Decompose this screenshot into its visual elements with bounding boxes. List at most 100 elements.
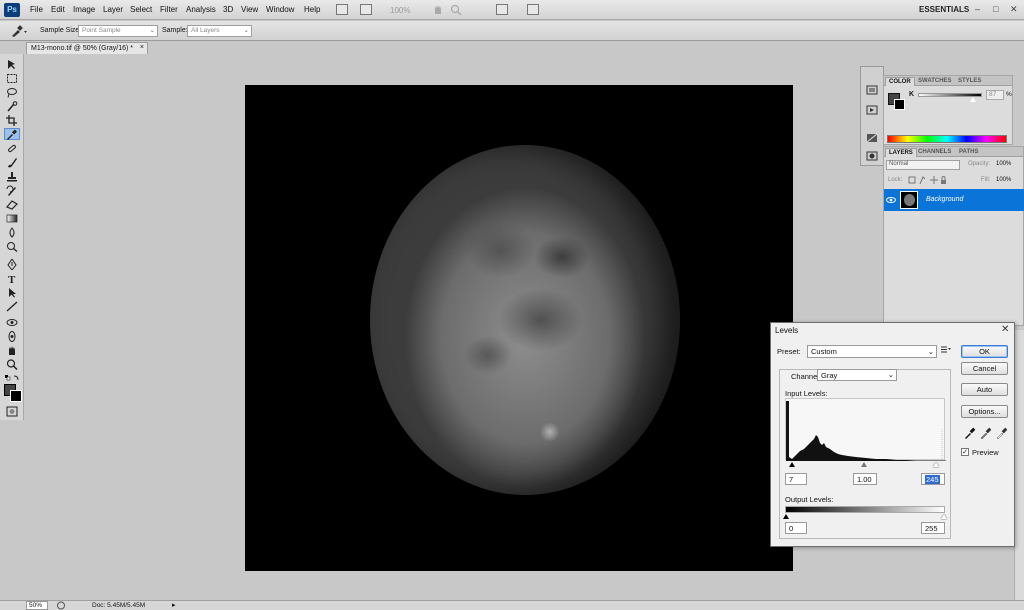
output-white-handle[interactable] (941, 514, 947, 519)
default-colors-icon[interactable] (4, 374, 20, 382)
menu-layer[interactable]: Layer (103, 5, 123, 14)
type-tool-icon[interactable]: T (4, 272, 20, 284)
3d-orbit-tool-icon[interactable] (4, 330, 20, 342)
healing-brush-tool-icon[interactable] (4, 142, 20, 154)
background-color-swatch[interactable] (894, 99, 905, 110)
menu-analysis[interactable]: Analysis (186, 5, 216, 14)
black-eyedropper-icon[interactable] (964, 427, 976, 439)
zoom-tool-icon[interactable] (4, 358, 20, 370)
actions-panel-icon[interactable] (866, 105, 878, 115)
eyedropper-tool-preset-icon[interactable] (10, 25, 28, 37)
crop-tool-icon[interactable] (4, 114, 20, 126)
opacity-value[interactable]: 100% (996, 161, 1011, 167)
adjustments-panel-icon[interactable] (866, 133, 878, 143)
channel-select[interactable]: Gray ⌄ (817, 369, 897, 381)
k-value-field[interactable]: 87 (986, 90, 1004, 100)
quick-selection-tool-icon[interactable] (4, 100, 20, 112)
eye-icon[interactable] (886, 195, 896, 205)
gray-eyedropper-icon[interactable] (980, 427, 992, 440)
output-black-handle[interactable] (783, 514, 789, 519)
close-icon[interactable]: ✕ (1010, 4, 1018, 15)
menu-file[interactable]: File (30, 5, 43, 14)
menu-window[interactable]: Window (266, 5, 294, 14)
eraser-tool-icon[interactable] (4, 198, 20, 210)
eyedropper-tool-icon[interactable] (4, 128, 20, 140)
output-black-field[interactable]: 0 (785, 522, 807, 534)
sample-size-select[interactable]: Point Sample ⌄ (78, 25, 158, 37)
brush-tool-icon[interactable] (4, 156, 20, 168)
white-eyedropper-icon[interactable] (996, 427, 1008, 440)
masks-panel-icon[interactable] (866, 151, 878, 161)
tab-layers[interactable]: LAYERS (885, 148, 917, 157)
menu-select[interactable]: Select (130, 5, 152, 14)
3d-rotate-tool-icon[interactable] (4, 316, 20, 328)
line-tool-icon[interactable] (4, 300, 20, 312)
auto-button[interactable]: Auto (961, 383, 1008, 396)
tab-paths[interactable]: PATHS (956, 148, 981, 157)
input-white-handle[interactable] (933, 462, 939, 467)
move-tool-icon[interactable] (4, 58, 20, 70)
screen-mode-icon[interactable] (527, 4, 539, 15)
input-black-handle[interactable] (789, 462, 795, 467)
zoom-level[interactable]: 100% (390, 6, 410, 15)
path-selection-tool-icon[interactable] (4, 286, 20, 298)
lock-icons[interactable] (908, 176, 948, 185)
history-panel-icon[interactable] (866, 85, 878, 95)
k-slider-thumb[interactable] (970, 97, 976, 102)
tab-swatches[interactable]: SWATCHES (915, 77, 955, 86)
color-spectrum-bar[interactable] (887, 135, 1007, 143)
ok-button[interactable]: OK (961, 345, 1008, 358)
dodge-tool-icon[interactable] (4, 240, 20, 252)
quick-mask-icon[interactable] (4, 405, 20, 417)
preview-checkbox[interactable]: ✓ (961, 448, 969, 456)
lasso-tool-icon[interactable] (4, 86, 20, 98)
history-brush-tool-icon[interactable] (4, 184, 20, 196)
document-tab[interactable]: M13-mono.tif @ 50% (Gray/16) * × (26, 42, 148, 54)
input-levels-slider[interactable] (785, 461, 945, 469)
zoom-icon[interactable] (450, 4, 462, 16)
gradient-tool-icon[interactable] (4, 212, 20, 224)
tab-color[interactable]: COLOR (885, 77, 915, 86)
fill-value[interactable]: 100% (996, 177, 1011, 183)
tab-styles[interactable]: STYLES (955, 77, 984, 86)
output-white-field[interactable]: 255 (921, 522, 945, 534)
input-black-field[interactable]: 7 (785, 473, 807, 485)
close-document-icon[interactable]: × (140, 44, 144, 51)
image-canvas[interactable] (245, 85, 793, 571)
status-zoom-field[interactable]: 50% (26, 601, 48, 610)
clone-stamp-tool-icon[interactable] (4, 170, 20, 182)
menu-edit[interactable]: Edit (51, 5, 65, 14)
menu-help[interactable]: Help (304, 5, 320, 14)
menu-view[interactable]: View (241, 5, 258, 14)
restore-icon[interactable]: □ (993, 4, 998, 14)
close-icon[interactable]: ✕ (1001, 324, 1009, 335)
preset-select[interactable]: Custom ⌄ (807, 345, 937, 358)
menu-image[interactable]: Image (73, 5, 95, 14)
layer-row-background[interactable]: Background (884, 189, 1024, 211)
preset-options-icon[interactable] (941, 345, 951, 356)
panel-scrollbar[interactable] (1014, 330, 1024, 600)
input-gamma-field[interactable]: 1.00 (853, 473, 877, 485)
hand-icon[interactable] (432, 4, 444, 15)
output-levels-slider[interactable] (783, 514, 947, 520)
blur-tool-icon[interactable] (4, 226, 20, 238)
marquee-tool-icon[interactable] (4, 72, 20, 84)
options-button[interactable]: Options... (961, 405, 1008, 418)
menu-filter[interactable]: Filter (160, 5, 178, 14)
cancel-button[interactable]: Cancel (961, 362, 1008, 375)
status-info-icon[interactable] (56, 601, 66, 610)
tab-channels[interactable]: CHANNELS (915, 148, 954, 157)
hand-tool-icon[interactable] (4, 344, 20, 356)
minimize-icon[interactable]: – (975, 4, 980, 14)
workspace-switcher[interactable]: ESSENTIALS (919, 5, 969, 14)
arrange-icon[interactable] (496, 4, 508, 15)
input-white-field[interactable]: 245 (921, 473, 945, 485)
bridge-icon[interactable] (336, 4, 348, 15)
pen-tool-icon[interactable] (4, 258, 20, 270)
extras-icon[interactable] (360, 4, 372, 15)
blend-mode-select[interactable]: Normal (886, 160, 960, 170)
background-color-swatch[interactable] (10, 390, 22, 402)
input-gamma-handle[interactable] (861, 462, 867, 467)
status-menu-arrow-icon[interactable]: ▸ (172, 601, 180, 610)
sample-select[interactable]: All Layers ⌄ (187, 25, 252, 37)
